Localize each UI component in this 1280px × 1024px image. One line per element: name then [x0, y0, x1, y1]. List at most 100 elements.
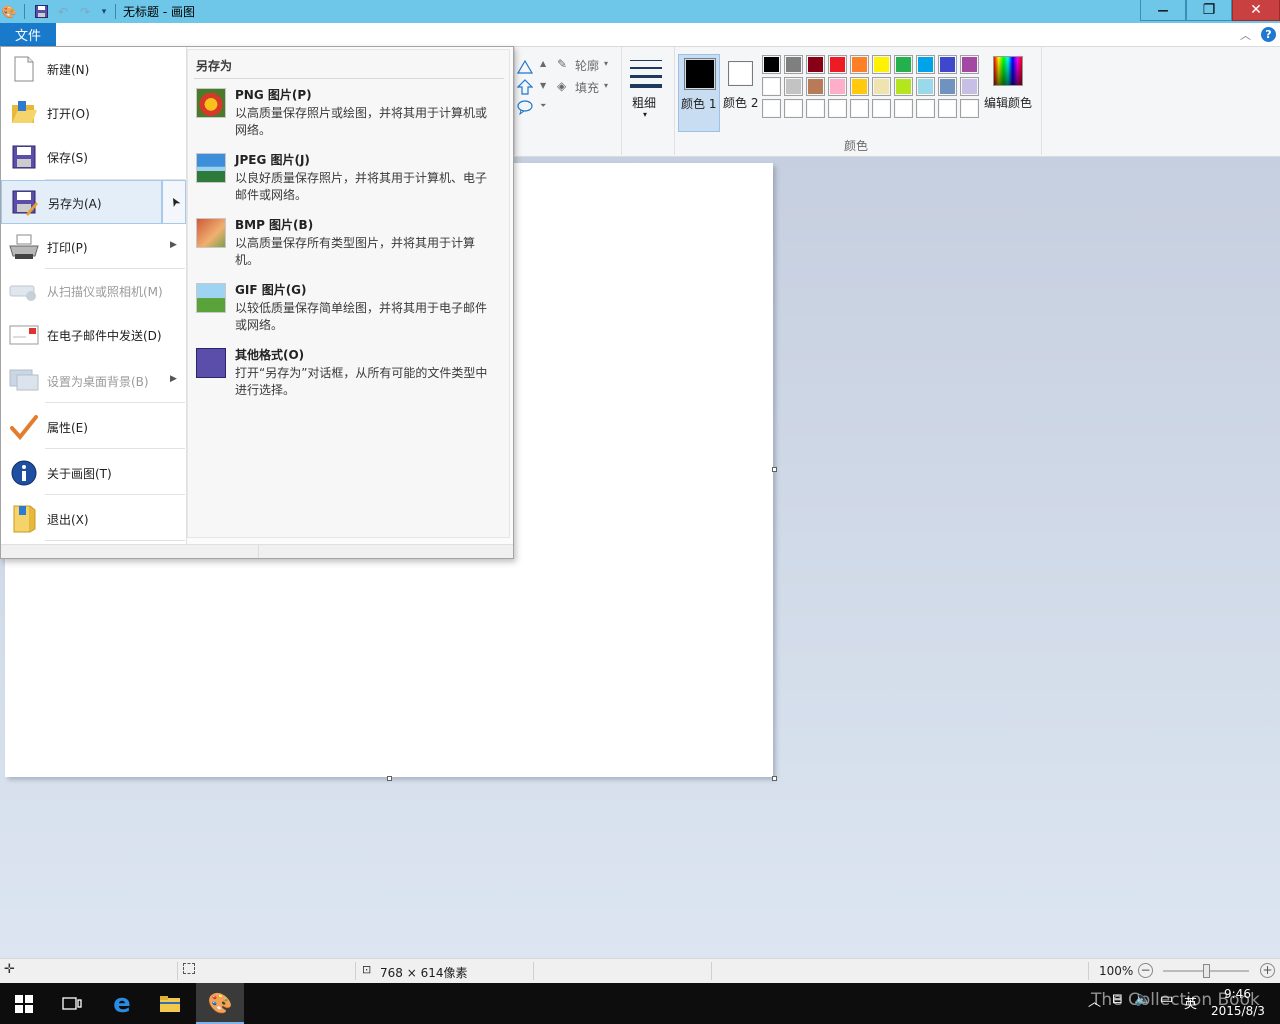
palette-swatch[interactable]	[762, 99, 781, 118]
resize-handle-corner[interactable]	[772, 776, 777, 781]
divider	[194, 78, 504, 79]
restore-button[interactable]: ❐	[1186, 0, 1232, 21]
file-menu-item[interactable]: 保存(S)	[1, 135, 186, 179]
palette-swatch[interactable]	[784, 99, 803, 118]
file-menu-item[interactable]: 退出(X)	[1, 497, 186, 541]
palette-swatch[interactable]	[894, 55, 913, 74]
redo-icon[interactable]: ↷	[76, 3, 94, 20]
shapes-expand-icon[interactable]: ⏷	[540, 101, 546, 111]
triangle-shape-icon[interactable]	[517, 60, 533, 74]
file-menu-item[interactable]: 新建(N)	[1, 47, 186, 91]
paint-app-icon[interactable]: 🎨	[0, 3, 18, 20]
divider	[115, 4, 116, 19]
palette-swatch-fill	[962, 101, 977, 116]
checkmark-icon	[9, 412, 39, 442]
volume-icon[interactable]: 🔈	[1134, 991, 1151, 1007]
palette-swatch[interactable]	[762, 55, 781, 74]
palette-swatch[interactable]	[938, 55, 957, 74]
zoom-out-button[interactable]: −	[1138, 963, 1153, 978]
save-as-option[interactable]: JPEG 图片(J) 以良好质量保存照片，并将其用于计算机、电子邮件或网络。	[190, 151, 508, 213]
minimize-button[interactable]: —	[1140, 0, 1186, 21]
palette-swatch-fill	[830, 79, 845, 94]
file-tab[interactable]: 文件	[0, 23, 56, 46]
palette-swatch[interactable]	[894, 99, 913, 118]
network-icon[interactable]: ⊟	[1112, 992, 1123, 1007]
file-menu-item[interactable]: 关于画图(T)	[1, 451, 186, 495]
palette-swatch[interactable]	[960, 55, 979, 74]
palette-swatch[interactable]	[938, 77, 957, 96]
palette-swatch[interactable]	[850, 99, 869, 118]
jpeg-image-icon	[196, 153, 226, 183]
file-menu-item-label: 新建(N)	[47, 63, 90, 77]
callout-shape-icon[interactable]	[517, 99, 533, 115]
palette-swatch[interactable]	[806, 77, 825, 96]
file-menu-item[interactable]: 打开(O)	[1, 91, 186, 135]
palette-swatch[interactable]	[828, 99, 847, 118]
scroll-up-icon[interactable]: ▲	[540, 59, 546, 68]
palette-swatch[interactable]	[894, 77, 913, 96]
palette-swatch[interactable]	[916, 55, 935, 74]
palette-swatch[interactable]	[916, 77, 935, 96]
save-as-option[interactable]: 其他格式(O) 打开“另存为”对话框，从所有可能的文件类型中进行选择。	[190, 346, 508, 408]
zoom-slider-thumb[interactable]	[1203, 964, 1210, 978]
zoom-in-button[interactable]: +	[1260, 963, 1275, 978]
palette-swatch[interactable]	[938, 99, 957, 118]
palette-swatch[interactable]	[850, 77, 869, 96]
palette-swatch-fill	[918, 101, 933, 116]
scroll-down-icon[interactable]: ▼	[540, 81, 546, 90]
color2-button[interactable]: 颜色 2	[722, 54, 762, 132]
start-button[interactable]	[0, 983, 48, 1024]
clock-time[interactable]: 9:46	[1224, 987, 1251, 1001]
palette-swatch[interactable]	[916, 99, 935, 118]
paint-taskbar-button[interactable]: 🎨	[196, 983, 244, 1024]
color1-button[interactable]: 颜色 1	[678, 54, 720, 132]
arrow-up-shape-icon[interactable]	[517, 79, 533, 95]
status-bar: ✛ ⊡ 768 × 614像素 100% − +	[0, 958, 1280, 983]
save-as-option[interactable]: GIF 图片(G) 以较低质量保存简单绘图，并将其用于电子邮件或网络。	[190, 281, 508, 343]
window-title: 无标题 - 画图	[123, 5, 195, 19]
palette-swatch[interactable]	[960, 77, 979, 96]
task-view-button[interactable]	[48, 983, 96, 1024]
save-as-option[interactable]: PNG 图片(P) 以高质量保存照片或绘图，并将其用于计算机或网络。	[190, 86, 508, 148]
clock-date[interactable]: 2015/8/3	[1211, 1004, 1265, 1018]
palette-swatch[interactable]	[828, 55, 847, 74]
size-button[interactable]: 粗细 ▾	[627, 52, 665, 122]
save-as-option[interactable]: BMP 图片(B) 以高质量保存所有类型图片，并将其用于计算机。	[190, 216, 508, 278]
save-as-option-title: PNG 图片(P)	[235, 88, 312, 102]
file-menu-item[interactable]: 打印(P) ▶	[1, 225, 186, 269]
palette-swatch[interactable]	[784, 77, 803, 96]
palette-swatch[interactable]	[828, 77, 847, 96]
file-menu-item-label: 属性(E)	[47, 421, 88, 435]
save-as-submenu-button[interactable]: ➤	[162, 180, 186, 224]
outline-button[interactable]: 轮廓	[575, 57, 599, 74]
fill-button[interactable]: 填充	[575, 79, 599, 96]
file-menu-item[interactable]: 另存为(A)	[1, 180, 162, 224]
resize-handle-right[interactable]	[772, 467, 777, 472]
palette-swatch[interactable]	[872, 99, 891, 118]
edit-colors-button[interactable]: 编辑颜色	[984, 52, 1034, 132]
palette-swatch-fill	[962, 79, 977, 94]
palette-swatch[interactable]	[872, 77, 891, 96]
customize-quick-access-icon[interactable]: ▾	[95, 3, 113, 20]
palette-swatch[interactable]	[960, 99, 979, 118]
file-explorer-button[interactable]	[146, 983, 194, 1024]
palette-swatch[interactable]	[806, 99, 825, 118]
undo-icon[interactable]: ↶	[54, 3, 72, 20]
file-menu-item[interactable]: 在电子邮件中发送(D)	[1, 313, 186, 357]
ime-indicator[interactable]: 英	[1184, 993, 1197, 1012]
show-hidden-icons[interactable]: ︿	[1088, 991, 1101, 1010]
resize-handle-bottom[interactable]	[387, 776, 392, 781]
edge-browser-button[interactable]: e	[98, 983, 146, 1024]
title-bar: 🎨 ↶ ↷ ▾ 无标题 - 画图 — ❐ ✕	[0, 0, 1280, 23]
collapse-ribbon-icon[interactable]: ︿	[1240, 27, 1251, 43]
notification-icon[interactable]: ▭	[1160, 991, 1173, 1007]
palette-swatch[interactable]	[784, 55, 803, 74]
palette-swatch[interactable]	[806, 55, 825, 74]
help-icon[interactable]: ?	[1261, 27, 1276, 42]
palette-swatch[interactable]	[850, 55, 869, 74]
palette-swatch[interactable]	[762, 77, 781, 96]
close-button[interactable]: ✕	[1232, 0, 1280, 21]
palette-swatch[interactable]	[872, 55, 891, 74]
file-menu-item[interactable]: 属性(E)	[1, 405, 186, 449]
save-icon[interactable]	[32, 3, 50, 20]
